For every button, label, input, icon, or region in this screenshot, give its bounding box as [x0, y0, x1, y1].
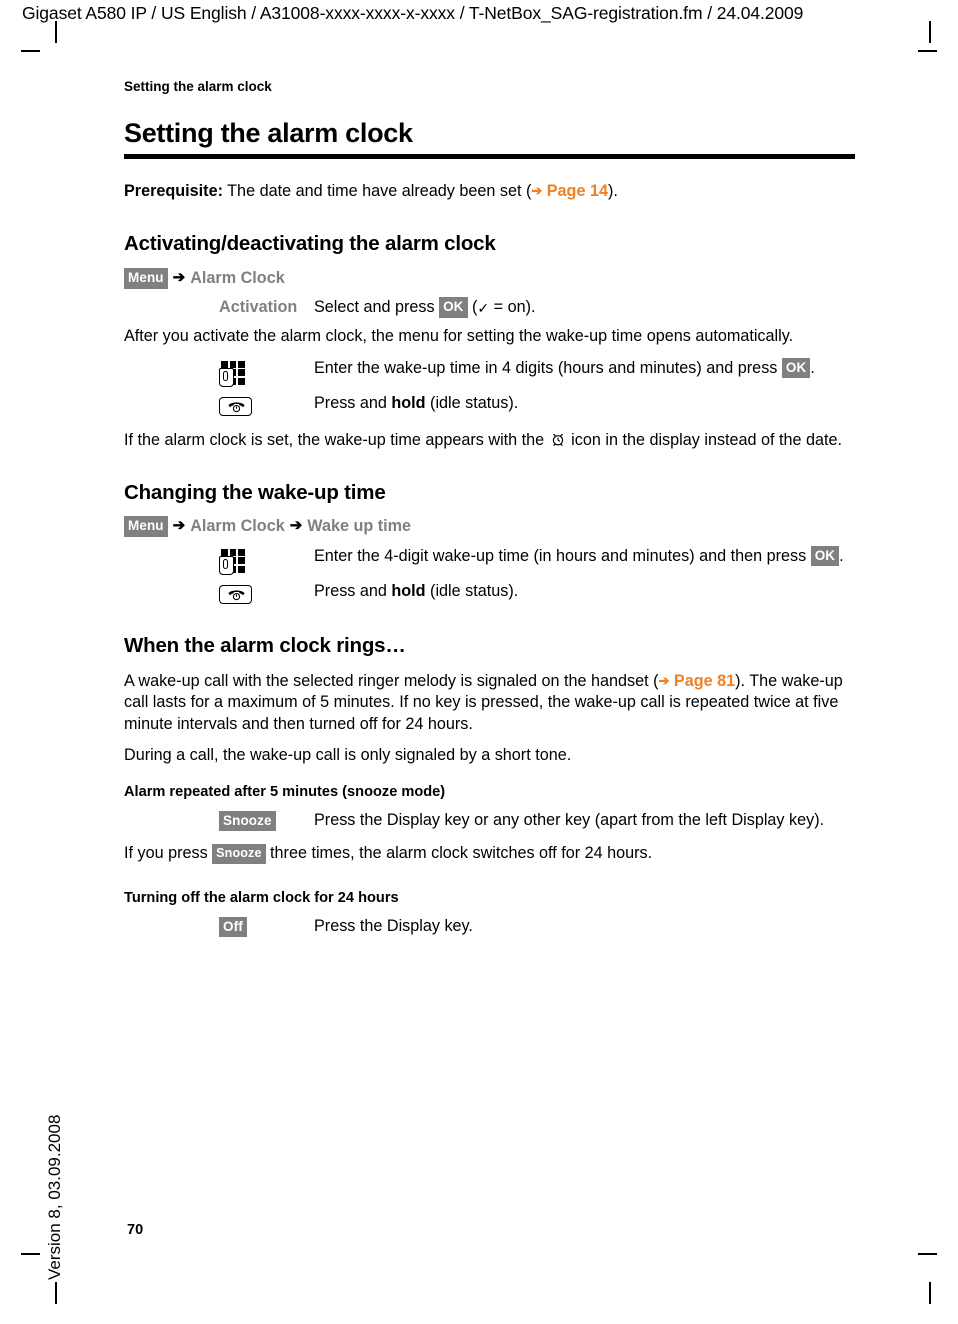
- after-activate-paragraph: After you activate the alarm clock, the …: [124, 327, 794, 346]
- end-call-key-icon: [219, 584, 252, 604]
- alarm-note-before: If the alarm clock is set, the wake-up t…: [124, 430, 549, 449]
- crop-mark-bottom-right-vertical: [929, 1282, 931, 1304]
- endcall-text-before: Press and: [314, 581, 392, 600]
- crop-mark-top-right-vertical: [929, 21, 931, 43]
- crop-mark-bottom-left-horizontal: [21, 1253, 40, 1255]
- keypad-entry-row-changing: Enter the 4-digit wake-up time (in hours…: [219, 545, 858, 575]
- section-heading-activating: Activating/deactivating the alarm clock: [124, 232, 496, 256]
- keypad-entry-row-activating: Enter the wake-up time in 4 digits (hour…: [219, 357, 858, 387]
- alarm-note-after: icon in the display instead of the date.: [566, 430, 843, 449]
- endcall-text-after: (idle status).: [425, 581, 519, 600]
- keypad-text-after: .: [839, 546, 844, 565]
- turn-off-row: Off Press the Display key.: [219, 916, 858, 938]
- menu-path-changing: Menu ➔ Alarm Clock ➔ Wake up time: [124, 516, 858, 537]
- path-arrow-icon: ➔: [289, 517, 303, 535]
- version-side-note: Version 8, 03.09.2008: [45, 1114, 64, 1280]
- alarm-set-note: If the alarm clock is set, the wake-up t…: [124, 430, 858, 451]
- menu-item-alarm-clock[interactable]: Alarm Clock: [190, 269, 284, 287]
- rings-paragraph-1: A wake-up call with the selected ringer …: [124, 671, 858, 735]
- prerequisite-paragraph: Prerequisite: The date and time have alr…: [124, 181, 858, 202]
- rings-text-a: A wake-up call with the selected ringer …: [124, 672, 659, 691]
- snooze-row: Snooze Press the Display key or any othe…: [219, 810, 858, 832]
- page-title: Setting the alarm clock: [124, 118, 413, 148]
- menu-path-activating: Menu ➔ Alarm Clock: [124, 268, 858, 289]
- keypad-entry-description: Enter the 4-digit wake-up time (in hours…: [314, 545, 858, 567]
- section-heading-changing: Changing the wake-up time: [124, 480, 386, 504]
- crop-mark-top-right-horizontal: [918, 50, 937, 52]
- endcall-bold-hold: hold: [391, 581, 426, 600]
- checkmark-icon: ✓: [477, 300, 490, 317]
- endcall-text-after: (idle status).: [425, 393, 519, 412]
- activation-open-paren: (: [467, 298, 478, 317]
- page-link-arrow-icon: ➔: [658, 673, 670, 689]
- crop-mark-top-left-vertical: [55, 21, 57, 43]
- endcall-row-changing: Press and hold (idle status).: [219, 581, 858, 604]
- path-arrow-icon: ➔: [172, 269, 186, 287]
- keypad-icon: [219, 360, 247, 387]
- softkey-snooze[interactable]: Snooze: [219, 810, 276, 832]
- snooze-description: Press the Display key or any other key (…: [314, 810, 825, 829]
- file-path-header: Gigaset A580 IP / US English / A31008-xx…: [22, 3, 804, 23]
- endcall-description: Press and hold (idle status).: [314, 581, 858, 602]
- turn-off-description: Press the Display key.: [314, 916, 473, 935]
- page-link-arrow-icon: ➔: [531, 183, 543, 199]
- running-head: Setting the alarm clock: [124, 79, 272, 94]
- softkey-ok[interactable]: OK: [439, 297, 468, 318]
- end-call-key-icon: [219, 396, 252, 416]
- keypad-text-after: .: [810, 358, 815, 377]
- endcall-row-activating: Press and hold (idle status).: [219, 393, 858, 416]
- keypad-text-before: Enter the wake-up time in 4 digits (hour…: [314, 358, 782, 377]
- activation-row: Activation Select and press OK (✓ = on).: [219, 297, 858, 318]
- softkey-menu[interactable]: Menu: [124, 268, 168, 289]
- crop-mark-bottom-right-horizontal: [918, 1253, 937, 1255]
- menu-item-wake-up-time[interactable]: Wake up time: [307, 517, 411, 535]
- prerequisite-tail: ).: [607, 182, 618, 201]
- endcall-bold-hold: hold: [391, 393, 426, 412]
- keypad-text-before: Enter the 4-digit wake-up time (in hours…: [314, 546, 811, 565]
- endcall-description: Press and hold (idle status).: [314, 393, 858, 414]
- keypad-icon: [219, 548, 247, 575]
- activation-text-after: = on).: [489, 298, 536, 317]
- menu-item-activation[interactable]: Activation: [219, 298, 297, 316]
- softkey-menu[interactable]: Menu: [124, 516, 168, 537]
- page-content: Setting the alarm clock Prerequisite: Th…: [124, 118, 858, 938]
- prerequisite-label: Prerequisite:: [124, 182, 223, 201]
- path-arrow-icon: ➔: [172, 517, 186, 535]
- menu-item-alarm-clock[interactable]: Alarm Clock: [190, 517, 284, 535]
- activation-description: Select and press OK (✓ = on).: [314, 297, 858, 318]
- page-link-81[interactable]: Page 81: [674, 672, 735, 690]
- snooze-note-before: If you press: [124, 844, 213, 863]
- alarm-clock-icon: [551, 432, 565, 447]
- activation-text-before: Select and press: [314, 298, 440, 317]
- snooze-note: If you press Snooze three times, the ala…: [124, 843, 858, 864]
- softkey-off[interactable]: Off: [219, 916, 247, 938]
- keypad-entry-description: Enter the wake-up time in 4 digits (hour…: [314, 357, 858, 379]
- crop-mark-top-left-horizontal: [21, 50, 40, 52]
- softkey-snooze[interactable]: Snooze: [212, 844, 266, 864]
- page-link-14[interactable]: Page 14: [547, 182, 608, 200]
- rings-paragraph-2: During a call, the wake-up call is only …: [124, 745, 572, 764]
- snooze-note-after: three times, the alarm clock switches of…: [265, 844, 653, 863]
- page-number: 70: [127, 1222, 144, 1238]
- section-heading-rings: When the alarm clock rings…: [124, 633, 406, 657]
- endcall-text-before: Press and: [314, 393, 392, 412]
- prerequisite-text: The date and time have already been set …: [222, 182, 532, 201]
- subsection-heading-snooze: Alarm repeated after 5 minutes (snooze m…: [124, 784, 446, 801]
- subsection-heading-turning-off: Turning off the alarm clock for 24 hours: [124, 890, 399, 907]
- softkey-ok[interactable]: OK: [810, 545, 840, 567]
- softkey-ok[interactable]: OK: [781, 357, 811, 379]
- crop-mark-bottom-left-vertical: [55, 1282, 57, 1304]
